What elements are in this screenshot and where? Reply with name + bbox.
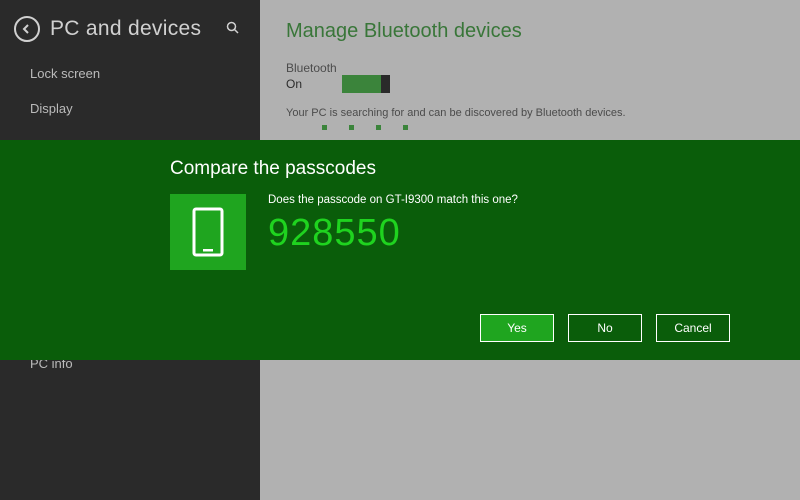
dialog-title: Compare the passcodes [170,158,800,180]
cancel-button[interactable]: Cancel [656,314,730,342]
pair-dialog: Compare the passcodes Does the passcode … [0,140,800,360]
passcode: 928550 [268,212,518,255]
phone-icon [170,194,246,270]
dialog-question: Does the passcode on GT-I9300 match this… [268,194,518,206]
no-button[interactable]: No [568,314,642,342]
yes-button[interactable]: Yes [480,314,554,342]
